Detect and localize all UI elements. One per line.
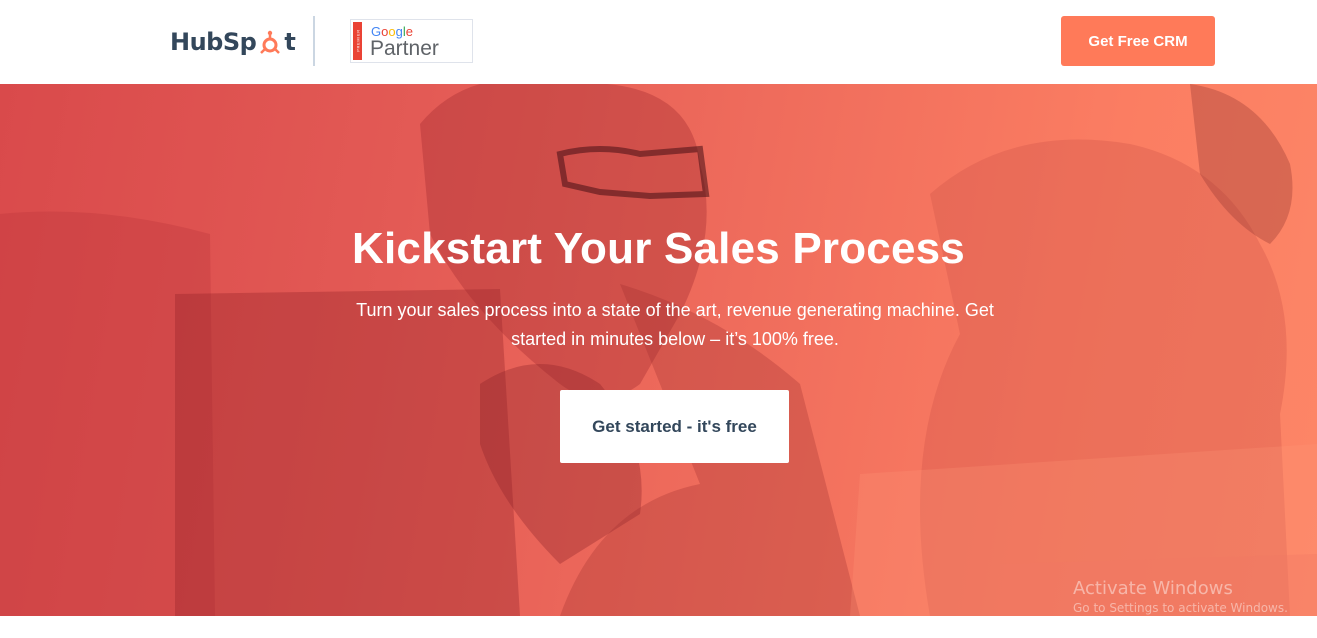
premier-label: PREMIER bbox=[355, 29, 361, 52]
hero-subtitle-line-2: started in minutes below – it’s 100% fre… bbox=[511, 329, 839, 349]
hubspot-logo[interactable]: HubSp t bbox=[170, 24, 296, 60]
logo-text-right: t bbox=[284, 28, 296, 56]
get-free-crm-button[interactable]: Get Free CRM bbox=[1061, 16, 1215, 66]
windows-activation-watermark: Activate Windows Go to Settings to activ… bbox=[1073, 578, 1288, 615]
hero-subtitle: Turn your sales process into a state of … bbox=[340, 296, 1010, 354]
hero-subtitle-line-1: Turn your sales process into a state of … bbox=[356, 300, 994, 320]
sprocket-icon bbox=[260, 30, 281, 54]
landing-page: HubSp t PREMIER Google Partner Get Free … bbox=[0, 0, 1317, 638]
site-header: HubSp t PREMIER Google Partner Get Free … bbox=[0, 0, 1317, 84]
premier-stripe: PREMIER bbox=[353, 22, 362, 60]
google-partner-badge: PREMIER Google Partner bbox=[350, 19, 473, 63]
get-started-button[interactable]: Get started - it's free bbox=[560, 390, 789, 463]
hero-section: Kickstart Your Sales Process Turn your s… bbox=[0, 84, 1317, 616]
hero-title: Kickstart Your Sales Process bbox=[352, 224, 965, 273]
watermark-line-1: Activate Windows bbox=[1073, 578, 1233, 599]
logo-text-left: HubSp bbox=[170, 28, 257, 56]
watermark-line-2: Go to Settings to activate Windows. bbox=[1073, 601, 1288, 615]
partner-wordmark: Partner bbox=[370, 37, 439, 60]
header-divider bbox=[313, 16, 315, 66]
